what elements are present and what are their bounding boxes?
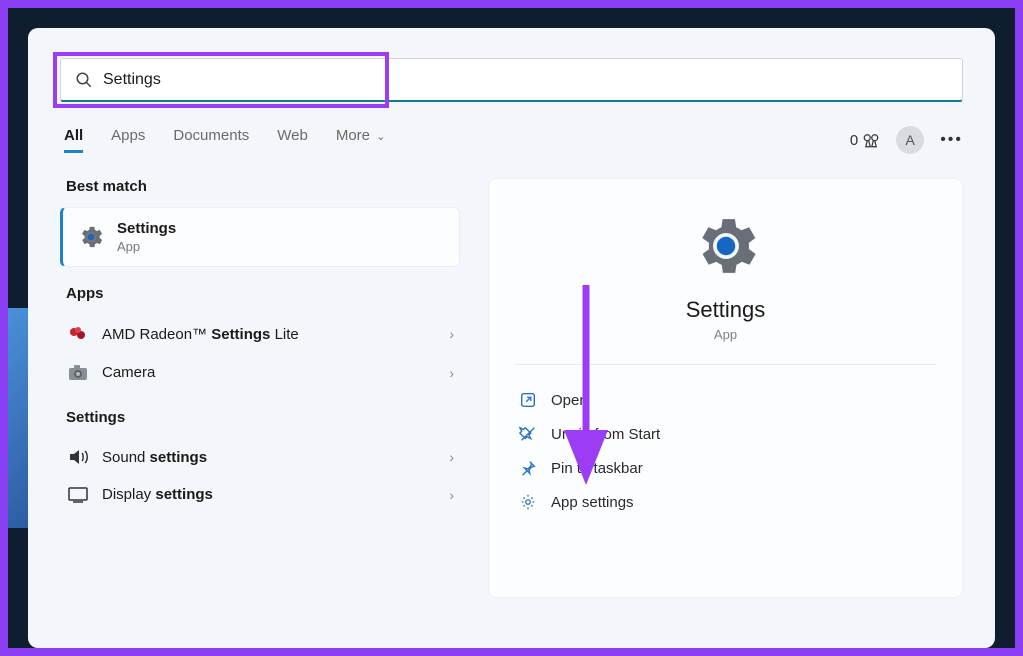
camera-icon <box>66 365 90 381</box>
tab-all[interactable]: All <box>64 127 83 153</box>
chevron-right-icon: › <box>449 365 454 381</box>
results-column: Best match Settings App Apps AMD Radeon™… <box>60 178 460 598</box>
pin-icon <box>519 459 537 477</box>
search-region <box>60 58 963 102</box>
sound-icon <box>66 448 90 466</box>
preview-subtitle: App <box>714 327 737 342</box>
tab-web[interactable]: Web <box>277 127 308 153</box>
settings-heading: Settings <box>66 409 460 426</box>
filter-tabs-row: All Apps Documents Web More ⌄ 0 A ••• <box>60 126 963 154</box>
action-unpin-start[interactable]: Unpin from Start <box>515 417 936 451</box>
gear-icon <box>689 209 763 283</box>
desktop-background: All Apps Documents Web More ⌄ 0 A ••• Be… <box>8 8 1015 648</box>
result-amd-radeon-settings[interactable]: AMD Radeon™ Settings Lite › <box>60 314 460 354</box>
result-title: Settings <box>117 220 176 237</box>
best-match-heading: Best match <box>66 178 460 195</box>
chevron-right-icon: › <box>449 487 454 503</box>
result-label: Camera <box>102 364 437 381</box>
user-avatar[interactable]: A <box>896 126 924 154</box>
unpin-icon <box>519 425 537 443</box>
gear-icon <box>77 223 105 251</box>
preview-title: Settings <box>686 297 766 323</box>
result-settings-app[interactable]: Settings App <box>60 207 460 267</box>
action-label: Pin to taskbar <box>551 460 643 477</box>
action-open[interactable]: Open <box>515 383 936 417</box>
settings-icon <box>519 493 537 511</box>
result-camera[interactable]: Camera › <box>60 354 460 391</box>
search-input[interactable] <box>60 58 963 102</box>
search-icon <box>75 71 93 89</box>
result-label: Sound settings <box>102 449 437 466</box>
chevron-down-icon: ⌄ <box>376 131 385 143</box>
rewards-icon <box>862 131 880 149</box>
chevron-right-icon: › <box>449 449 454 465</box>
result-label: Display settings <box>102 486 437 503</box>
rewards-indicator[interactable]: 0 <box>850 131 880 149</box>
amd-icon <box>66 324 90 344</box>
start-search-panel: All Apps Documents Web More ⌄ 0 A ••• Be… <box>28 28 995 648</box>
action-pin-taskbar[interactable]: Pin to taskbar <box>515 451 936 485</box>
tab-more[interactable]: More ⌄ <box>336 127 386 153</box>
preview-pane: Settings App Open Unpin from Start Pin t… <box>488 178 963 598</box>
chevron-right-icon: › <box>449 326 454 342</box>
result-label: AMD Radeon™ Settings Lite <box>102 326 437 343</box>
filter-tabs: All Apps Documents Web More ⌄ <box>60 127 385 153</box>
tab-apps[interactable]: Apps <box>111 127 145 153</box>
result-sound-settings[interactable]: Sound settings › <box>60 438 460 476</box>
action-app-settings[interactable]: App settings <box>515 485 936 519</box>
open-icon <box>519 391 537 409</box>
result-subtitle: App <box>117 239 176 254</box>
result-display-settings[interactable]: Display settings › <box>60 476 460 513</box>
more-options-button[interactable]: ••• <box>940 131 963 149</box>
action-label: App settings <box>551 494 634 511</box>
apps-heading: Apps <box>66 285 460 302</box>
search-text-field[interactable] <box>103 71 948 89</box>
action-label: Open <box>551 392 588 409</box>
action-label: Unpin from Start <box>551 426 660 443</box>
rewards-count: 0 <box>850 132 858 149</box>
display-icon <box>66 487 90 503</box>
tab-documents[interactable]: Documents <box>173 127 249 153</box>
